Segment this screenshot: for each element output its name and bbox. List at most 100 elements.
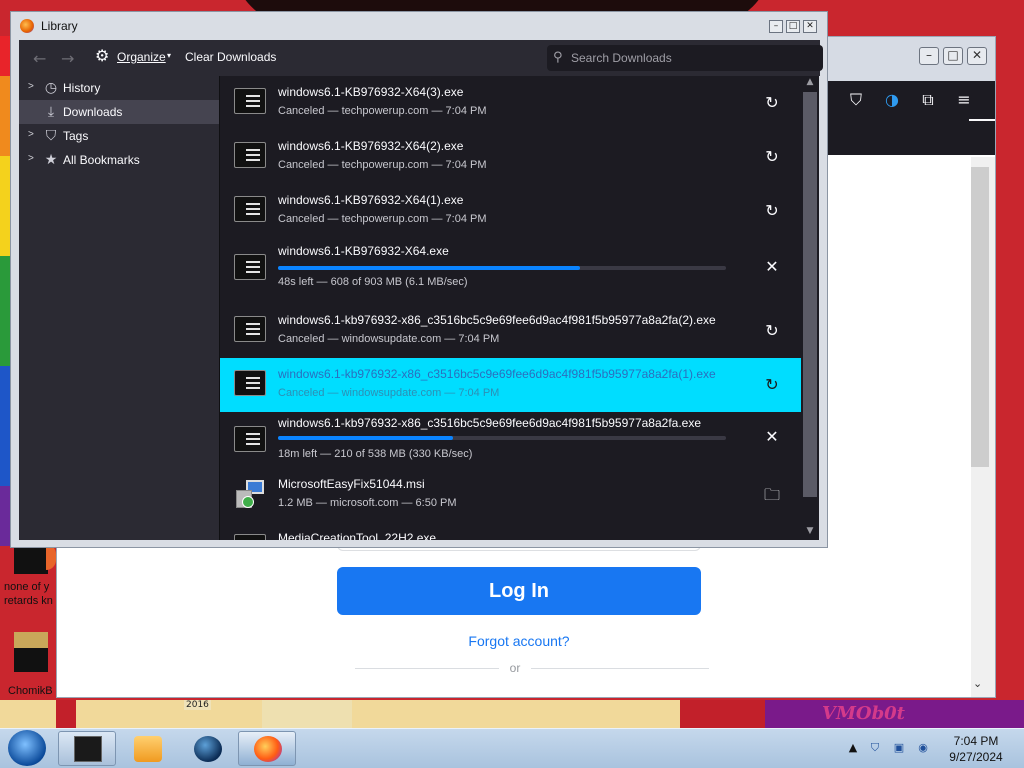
tree-item-downloads[interactable]: ⤓ Downloads — [19, 100, 219, 124]
library-titlebar: Library – □ ✕ — [11, 12, 827, 40]
download-row[interactable]: windows6.1-kb976932-x86_c3516bc5c9e69fee… — [220, 304, 801, 358]
tree-item-history[interactable]: > ◷ History — [19, 76, 219, 100]
window-title: Library — [41, 19, 78, 33]
retry-icon[interactable]: ↻ — [761, 374, 783, 396]
tree-item-all-bookmarks[interactable]: > ★ All Bookmarks — [19, 148, 219, 172]
download-status: Canceled — techpowerup.com — 7:04 PM — [278, 213, 487, 225]
back-arrow-icon[interactable]: ← — [33, 49, 46, 68]
window-icon — [74, 736, 102, 762]
retry-icon[interactable]: ↻ — [761, 92, 783, 114]
extensions-icon[interactable]: ⧉ — [917, 89, 939, 111]
minimize-button[interactable]: – — [919, 47, 939, 65]
scroll-up-arrow[interactable]: ▲ — [803, 77, 817, 87]
divider — [531, 668, 709, 669]
folder-icon[interactable]: 🗀 — [761, 538, 783, 540]
globe-icon — [194, 736, 222, 762]
start-button[interactable] — [8, 730, 46, 766]
download-status: Canceled — techpowerup.com — 7:04 PM — [278, 159, 487, 171]
wallpaper-shape — [56, 700, 76, 728]
exe-file-icon — [234, 254, 266, 280]
menu-icon[interactable]: ≡ — [953, 89, 975, 111]
pocket-icon[interactable]: ⛉ — [845, 89, 867, 111]
search-input[interactable]: ⚲ Search Downloads — [547, 45, 823, 71]
minimize-button[interactable]: – — [769, 20, 783, 33]
or-divider-text: or — [509, 661, 521, 675]
tree-item-label: Downloads — [63, 105, 123, 119]
download-row[interactable]: windows6.1-kb976932-x86_c3516bc5c9e69fee… — [220, 412, 801, 468]
chevron-right-icon[interactable]: > — [28, 153, 34, 164]
download-row[interactable]: MicrosoftEasyFix51044.msi 1.2 MB — micro… — [220, 468, 801, 522]
network-icon[interactable]: ▣ — [892, 741, 906, 755]
download-row[interactable]: windows6.1-KB976932-X64(1).exe Canceled … — [220, 184, 801, 238]
download-filename: windows6.1-kb976932-x86_c3516bc5c9e69fee… — [278, 416, 702, 430]
maximize-button[interactable]: □ — [786, 20, 800, 33]
chevron-right-icon[interactable]: > — [28, 81, 34, 92]
scroll-left-icon — [987, 89, 997, 111]
scroll-down-arrow[interactable]: ⌄ — [973, 677, 982, 690]
download-progress-fill — [278, 436, 453, 440]
maximize-button[interactable]: □ — [943, 47, 963, 65]
downloads-scrollbar-thumb[interactable] — [803, 92, 817, 497]
taskbar-app-media[interactable] — [118, 731, 176, 766]
download-status: Canceled — windowsupdate.com — 7:04 PM — [278, 387, 500, 399]
forgot-account-link[interactable]: Forgot account? — [337, 633, 701, 649]
download-status: Canceled — windowsupdate.com — 7:04 PM — [278, 333, 500, 345]
wallpaper-badge: 2016 — [184, 700, 211, 710]
retry-icon[interactable]: ↻ — [761, 320, 783, 342]
media-player-icon — [134, 736, 162, 762]
tree-item-tags[interactable]: > ⛉ Tags — [19, 124, 219, 148]
download-filename: windows6.1-kb976932-x86_c3516bc5c9e69fee… — [278, 367, 716, 381]
downloads-list: windows6.1-KB976932-X64(3).exe Canceled … — [220, 76, 819, 540]
places-tree: > ◷ History ⤓ Downloads > ⛉ Tags > ★ All… — [19, 76, 220, 540]
exe-file-icon — [234, 88, 266, 114]
taskbar-clock[interactable]: 7:04 PM 9/27/2024 — [936, 733, 1016, 765]
disc-shape — [242, 496, 254, 508]
chevron-down-icon: ▾ — [167, 51, 172, 60]
download-row[interactable]: MediaCreationTool_22H2.exe 🗀 — [220, 522, 801, 540]
exe-file-icon — [234, 316, 266, 342]
exe-file-icon — [234, 534, 266, 540]
taskbar-app-explorer[interactable] — [58, 731, 116, 766]
exe-file-icon — [234, 142, 266, 168]
wallpaper-shape — [680, 700, 765, 728]
chevron-right-icon[interactable]: > — [28, 129, 34, 140]
cancel-icon[interactable]: ✕ — [761, 256, 783, 278]
volume-icon[interactable]: ◉ — [916, 741, 930, 755]
close-button[interactable]: ✕ — [803, 20, 817, 33]
tree-item-label: History — [63, 81, 101, 95]
download-icon: ⤓ — [47, 103, 55, 119]
exe-file-icon — [234, 196, 266, 222]
star-icon: ★ — [44, 151, 58, 167]
taskbar-app-globe[interactable] — [178, 731, 236, 766]
contrast-icon[interactable]: ◑ — [881, 89, 903, 111]
folder-icon[interactable]: 🗀 — [761, 484, 783, 506]
login-button[interactable]: Log In — [337, 567, 701, 615]
cancel-icon[interactable]: ✕ — [761, 426, 783, 448]
retry-icon[interactable]: ↻ — [761, 200, 783, 222]
search-placeholder: Search Downloads — [571, 51, 672, 65]
retry-icon[interactable]: ↻ — [761, 146, 783, 168]
clock-icon: ◷ — [44, 79, 58, 95]
scroll-down-arrow[interactable]: ▼ — [803, 526, 817, 536]
library-toolbar: ← → ⚙ Organize ▾ Clear Downloads ⚲ Searc… — [19, 40, 823, 76]
download-status: 48s left — 608 of 903 MB (6.1 MB/sec) — [278, 276, 468, 288]
close-button[interactable]: ✕ — [967, 47, 987, 65]
exe-file-icon — [234, 426, 266, 452]
download-status: 1.2 MB — microsoft.com — 6:50 PM — [278, 497, 457, 509]
download-filename: windows6.1-KB976932-X64(3).exe — [278, 85, 464, 99]
download-row[interactable]: windows6.1-KB976932-X64(3).exe Canceled … — [220, 76, 801, 130]
organize-button[interactable]: Organize — [117, 50, 166, 64]
download-progress-bar — [278, 436, 726, 440]
tray-app-icon[interactable]: ⛉ — [868, 741, 882, 755]
show-hidden-icons[interactable]: ▲ — [846, 741, 860, 755]
download-row[interactable]: windows6.1-KB976932-X64.exe 48s left — 6… — [220, 238, 801, 298]
taskbar-app-firefox[interactable] — [238, 731, 296, 766]
desktop-icon-label: none of y retards kn — [4, 581, 53, 607]
download-filename: MicrosoftEasyFix51044.msi — [278, 477, 425, 491]
download-row-selected[interactable]: windows6.1-kb976932-x86_c3516bc5c9e69fee… — [220, 358, 801, 412]
gear-icon[interactable]: ⚙ — [95, 46, 109, 65]
clear-downloads-button[interactable]: Clear Downloads — [185, 50, 276, 64]
forward-arrow-icon[interactable]: → — [61, 49, 74, 68]
page-scrollbar-thumb[interactable] — [971, 167, 989, 467]
download-row[interactable]: windows6.1-KB976932-X64(2).exe Canceled … — [220, 130, 801, 184]
